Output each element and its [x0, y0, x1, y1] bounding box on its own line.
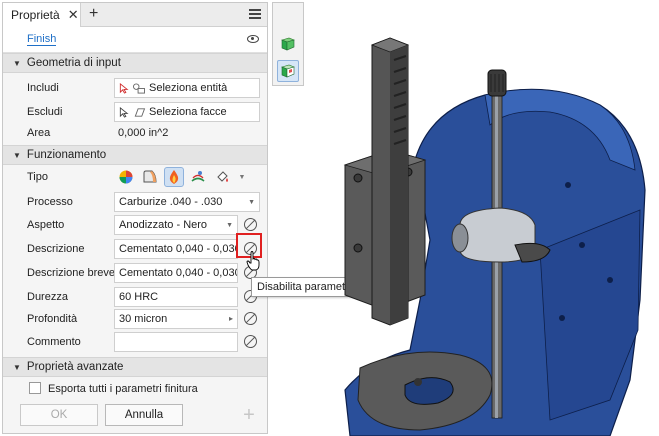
label-descrizione: Descrizione [27, 243, 85, 255]
section-title: Geometria di input [26, 57, 121, 69]
label-durezza: Durezza [27, 291, 68, 303]
chevron-down-icon: ▼ [248, 199, 255, 206]
collapse-triangle-icon: ▼ [13, 58, 21, 68]
section-function[interactable]: ▼ Funzionamento [3, 145, 267, 165]
green-cube-icon [281, 37, 295, 51]
row-descrizione: Descrizione Cementato 0,040 - 0,030, T [3, 238, 267, 260]
processo-value: Carburize .040 - .030 [119, 196, 223, 208]
arbor-press-model [343, 37, 646, 436]
label-commento: Commento [27, 336, 81, 348]
row-area: Area 0,000 in^2 [3, 122, 267, 144]
area-text: 0,000 in^2 [118, 127, 169, 139]
descrizione-breve-input[interactable]: Cementato 0,040 - 0,030 [114, 263, 238, 283]
eye-icon[interactable] [247, 35, 259, 43]
tab-properties[interactable]: Proprietà ✕ [3, 3, 81, 27]
heat-treatment-icon[interactable] [164, 167, 184, 187]
fill-bucket-icon[interactable] [212, 167, 232, 187]
label-includi: Includi [27, 82, 59, 94]
commento-input[interactable] [114, 332, 238, 352]
row-includi: Includi Seleziona entità [3, 77, 267, 99]
row-durezza: Durezza 60 HRC [3, 286, 267, 308]
select-face-icon [134, 107, 146, 117]
finish-link[interactable]: Finish [27, 33, 57, 46]
durezza-input[interactable]: 60 HRC [114, 287, 238, 307]
hamburger-menu-icon[interactable] [249, 9, 261, 19]
descrizione-input[interactable]: Cementato 0,040 - 0,030, T [114, 239, 238, 259]
chevron-down-icon: ▼ [226, 222, 233, 229]
section-title: Proprietà avanzate [26, 361, 124, 373]
paint-type-icon[interactable] [116, 167, 136, 187]
label-tipo: Tipo [27, 171, 48, 183]
durezza-value: 60 HRC [119, 291, 159, 303]
area-value: 0,000 in^2 [114, 123, 168, 143]
collapse-triangle-icon: ▼ [13, 150, 21, 160]
ok-button[interactable]: OK [20, 404, 98, 426]
appearance-tool-button[interactable] [277, 33, 299, 55]
add-tab-icon[interactable]: + [89, 5, 98, 23]
label-aspetto: Aspetto [27, 219, 65, 231]
type-icon-group: ▼ [116, 167, 248, 187]
section-title: Funzionamento [26, 149, 107, 161]
aspetto-value: Anodizzato - Nero [119, 219, 208, 231]
select-arrow-icon [119, 82, 129, 94]
row-tipo: Tipo ▼ [3, 166, 267, 188]
row-export: Esporta tutti i parametri finitura [3, 378, 267, 400]
chevron-right-icon[interactable]: ▸ [229, 314, 233, 323]
row-profondita: Profondità 30 micron ▸ [3, 308, 267, 330]
finish-tool-button[interactable] [277, 60, 299, 82]
select-entity-icon [133, 82, 145, 94]
material-coating-icon[interactable] [140, 167, 160, 187]
close-icon[interactable]: ✕ [68, 7, 79, 23]
select-arrow-icon [119, 106, 129, 118]
row-processo: Processo Carburize .040 - .030 ▼ [3, 191, 267, 213]
add-icon[interactable]: + [239, 405, 259, 425]
includi-value: Seleziona entità [149, 82, 228, 94]
aspetto-dropdown[interactable]: Anodizzato - Nero ▼ [114, 215, 238, 235]
export-checkbox[interactable] [29, 382, 41, 394]
tab-label: Proprietà [11, 8, 60, 22]
label-descrizione-breve: Descrizione breve [27, 267, 116, 279]
escludi-selector[interactable]: Seleziona facce [114, 102, 260, 122]
profondita-input[interactable]: 30 micron ▸ [114, 309, 238, 329]
cancel-button[interactable]: Annulla [105, 404, 183, 426]
processo-dropdown[interactable]: Carburize .040 - .030 ▼ [114, 192, 260, 212]
section-input-geometry[interactable]: ▼ Geometria di input [3, 53, 267, 73]
disable-parameter-icon[interactable] [244, 312, 257, 325]
surface-finish-icon[interactable] [188, 167, 208, 187]
properties-panel: Proprietà ✕ + Finish ▼ Geometria di inpu… [2, 2, 268, 434]
row-escludi: Escludi Seleziona facce [3, 101, 267, 123]
finish-header: Finish [3, 27, 267, 53]
label-area: Area [27, 127, 51, 139]
label-profondita: Profondità [27, 313, 78, 325]
disable-parameter-icon[interactable] [244, 218, 257, 231]
side-toolbar [272, 2, 304, 86]
export-checkbox-label: Esporta tutti i parametri finitura [48, 383, 198, 395]
includi-selector[interactable]: Seleziona entità [114, 78, 260, 98]
type-dropdown-arrow-icon[interactable]: ▼ [236, 167, 248, 187]
escludi-value: Seleziona facce [149, 106, 227, 118]
hand-cursor-icon [246, 251, 260, 271]
label-escludi: Escludi [27, 106, 63, 118]
panel-tabbar: Proprietà ✕ + [3, 3, 267, 27]
collapse-triangle-icon: ▼ [13, 362, 21, 372]
finish-cube-icon [281, 64, 295, 78]
profondita-value: 30 micron [119, 313, 168, 325]
descrizione-value: Cementato 0,040 - 0,030, T [119, 243, 237, 255]
section-advanced[interactable]: ▼ Proprietà avanzate [3, 357, 267, 377]
label-processo: Processo [27, 196, 73, 208]
row-aspetto: Aspetto Anodizzato - Nero ▼ [3, 214, 267, 236]
disable-parameter-icon[interactable] [244, 335, 257, 348]
row-commento: Commento [3, 331, 267, 353]
3d-viewport[interactable] [310, 0, 659, 436]
descrizione-breve-value: Cementato 0,040 - 0,030 [119, 267, 238, 279]
row-descrizione-breve: Descrizione breve Cementato 0,040 - 0,03… [3, 262, 267, 284]
